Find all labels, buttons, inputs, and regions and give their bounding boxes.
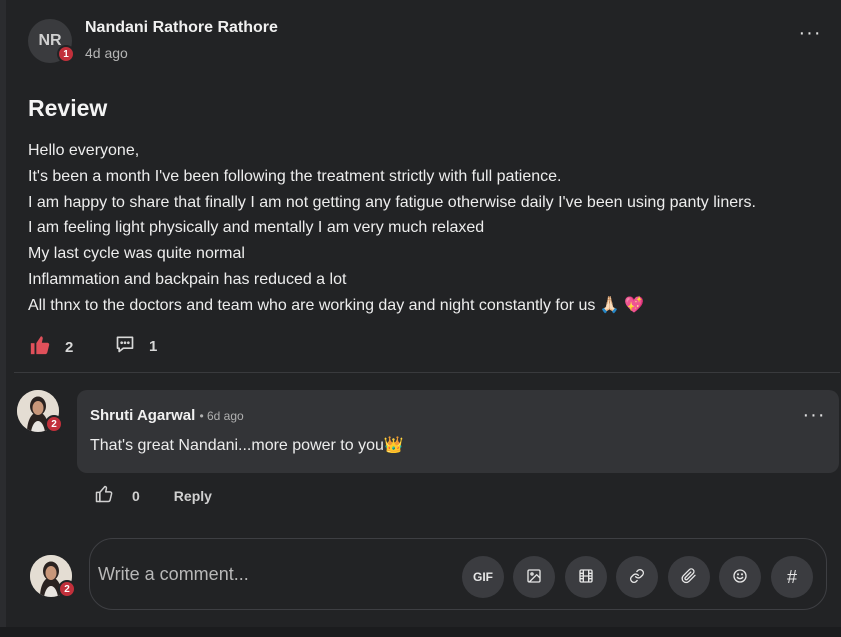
comment-time: • 6d ago bbox=[199, 409, 244, 423]
current-user-level-badge: 2 bbox=[58, 580, 76, 598]
image-button[interactable] bbox=[513, 556, 555, 598]
hashtag-button[interactable]: # bbox=[771, 556, 813, 598]
author-level-badge: 1 bbox=[57, 45, 75, 63]
divider bbox=[14, 372, 840, 373]
reply-button[interactable]: Reply bbox=[174, 488, 212, 504]
gif-button[interactable]: GIF bbox=[462, 556, 504, 598]
like-button[interactable]: 2 bbox=[29, 334, 73, 360]
post-line: My last cycle was quite normal bbox=[28, 245, 245, 263]
commenter-level-badge: 2 bbox=[45, 415, 63, 433]
comment-like-button[interactable]: 0 bbox=[94, 484, 140, 507]
post-line: Hello everyone, bbox=[28, 142, 140, 159]
video-button[interactable] bbox=[565, 556, 607, 598]
comment-composer: GIF bbox=[89, 538, 827, 610]
author-name[interactable]: Nandani Rathore Rathore bbox=[85, 19, 278, 37]
link-icon bbox=[629, 568, 645, 587]
image-icon bbox=[526, 568, 542, 587]
gif-icon: GIF bbox=[473, 570, 493, 584]
emoji-button[interactable] bbox=[719, 556, 761, 598]
thumbs-up-filled-icon bbox=[29, 334, 51, 360]
comment-count: 1 bbox=[149, 337, 158, 355]
comment-input[interactable] bbox=[98, 561, 458, 587]
post-line: All thnx to the doctors and team who are… bbox=[28, 296, 645, 314]
thumbs-up-outline-icon bbox=[94, 484, 114, 507]
comment-icon bbox=[115, 334, 135, 358]
post-line: I am happy to share that finally I am no… bbox=[28, 193, 756, 211]
left-edge bbox=[0, 0, 6, 637]
hashtag-icon: # bbox=[786, 566, 797, 587]
smiley-icon bbox=[732, 568, 748, 587]
post-page: NR 1 Nandani Rathore Rathore 4d ago ··· … bbox=[0, 0, 841, 637]
post-line: I am feeling light physically and mental… bbox=[28, 219, 485, 237]
film-icon bbox=[578, 568, 594, 587]
attach-button[interactable] bbox=[668, 556, 710, 598]
post-line: It's been a month I've been following th… bbox=[28, 167, 562, 185]
comment-bubble: Shruti Agarwal • 6d ago That's great Nan… bbox=[77, 390, 839, 473]
comment-button[interactable]: 1 bbox=[115, 334, 157, 358]
post-title: Review bbox=[28, 95, 108, 121]
post-body: Hello everyone, It's been a month I've b… bbox=[28, 138, 828, 319]
link-button[interactable] bbox=[616, 556, 658, 598]
like-count: 2 bbox=[65, 338, 74, 356]
comment-author-line: Shruti Agarwal • 6d ago bbox=[90, 407, 244, 424]
paperclip-icon bbox=[681, 567, 697, 587]
comment-actions: 0 Reply bbox=[94, 484, 212, 507]
comment-like-count: 0 bbox=[132, 487, 140, 504]
comment-text: That's great Nandani...more power to you… bbox=[90, 437, 404, 454]
post-line: Inflammation and backpain has reduced a … bbox=[28, 270, 347, 288]
post-more-button[interactable]: ··· bbox=[795, 23, 825, 47]
comment-more-button[interactable]: ··· bbox=[799, 405, 829, 429]
post-time: 4d ago bbox=[85, 45, 128, 61]
bottom-edge bbox=[0, 627, 841, 637]
comment-author-name[interactable]: Shruti Agarwal bbox=[90, 407, 195, 424]
